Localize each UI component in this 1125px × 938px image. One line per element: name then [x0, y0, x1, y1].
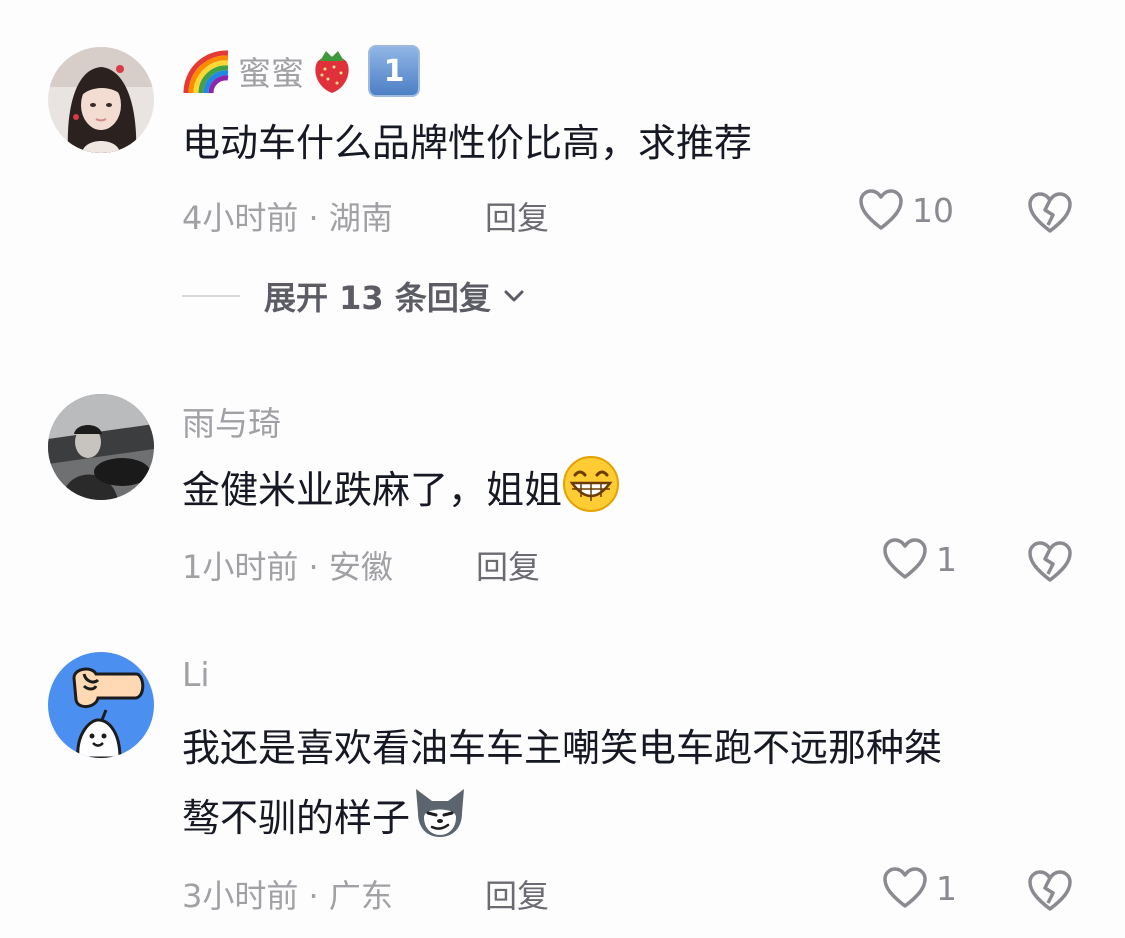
heart-outline-icon	[883, 867, 927, 908]
comment-text-line: 我还是喜欢看油车车主嘲笑电车跑不远那种桀	[182, 726, 943, 770]
level-badge: 1	[368, 45, 420, 97]
reply-button[interactable]: 回复	[476, 542, 540, 588]
comment-meta: 1小时前 · 安徽	[182, 548, 393, 586]
reply-button[interactable]: 回复	[485, 193, 549, 239]
comment-meta: 3小时前 · 广东	[182, 877, 393, 915]
like-button[interactable]: 1	[882, 537, 957, 581]
broken-heart-icon[interactable]	[1027, 539, 1073, 585]
like-count: 1	[936, 539, 957, 579]
username[interactable]: Li	[182, 655, 210, 694]
avatar[interactable]	[48, 652, 154, 758]
strawberry-icon	[315, 51, 349, 93]
broken-heart-icon[interactable]	[1027, 190, 1073, 236]
expand-replies-label: 展开 13 条回复	[264, 279, 491, 317]
comment-text: 我还是喜欢看油车车主嘲笑电车跑不远那种桀 骜不驯的样子	[182, 713, 1082, 853]
like-count: 10	[912, 190, 954, 230]
comment-text: 电动车什么品牌性价比高，求推荐	[182, 121, 753, 165]
like-button[interactable]: 1	[882, 866, 957, 910]
rainbow-icon	[183, 50, 229, 94]
like-count: 1	[936, 868, 957, 908]
expand-replies-button[interactable]: 展开 13 条回复	[182, 273, 527, 319]
smug-cat-icon	[416, 789, 465, 837]
comment-text: 金健米业跌麻了，姐姐	[182, 455, 1082, 525]
username[interactable]: 雨与琦	[182, 397, 281, 445]
like-button[interactable]: 10	[858, 188, 954, 232]
comment-meta: 4小时前 · 湖南	[182, 199, 393, 237]
heart-outline-icon	[883, 538, 927, 579]
broken-heart-icon[interactable]	[1027, 868, 1073, 914]
chevron-down-icon	[504, 290, 524, 302]
username-text: 蜜蜜	[238, 54, 304, 93]
username[interactable]: 蜜蜜 1	[182, 45, 420, 97]
avatar[interactable]	[48, 394, 154, 500]
avatar[interactable]	[48, 47, 154, 153]
comment-text-line-2: 骜不驯的样子	[182, 783, 1082, 853]
reply-button[interactable]: 回复	[485, 871, 549, 917]
grinning-face-icon	[563, 456, 620, 512]
comment-text-value: 骜不驯的样子	[182, 796, 411, 840]
divider	[182, 295, 240, 297]
heart-outline-icon	[859, 189, 903, 230]
comment-text-value: 金健米业跌麻了，姐姐	[182, 468, 563, 512]
